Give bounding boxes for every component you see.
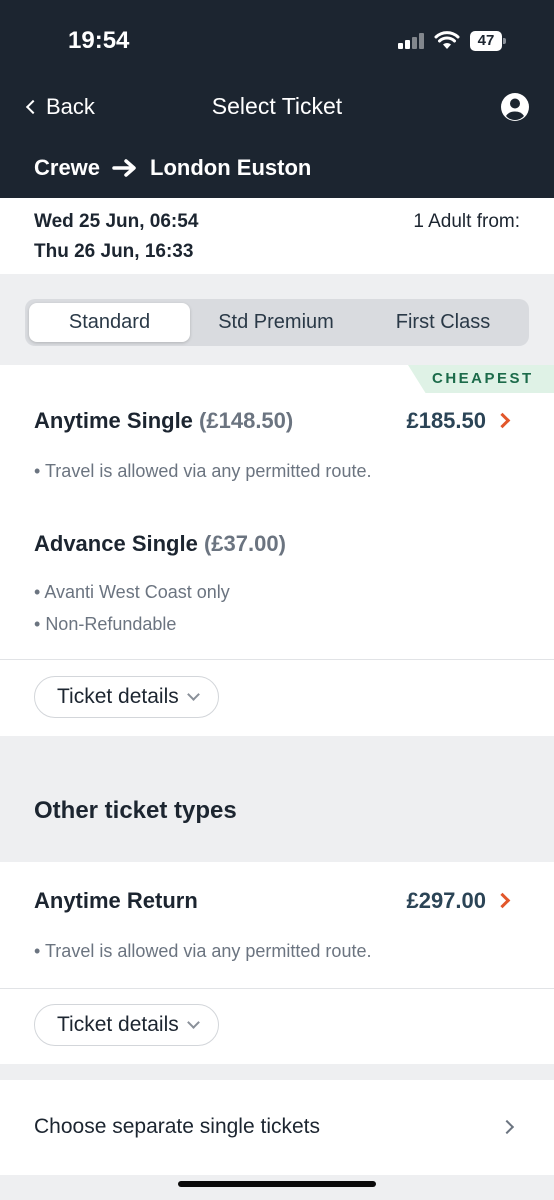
cheapest-badge: CHEAPEST — [408, 365, 554, 393]
separate-singles-row[interactable]: Choose separate single tickets — [0, 1080, 554, 1175]
battery-level: 47 — [470, 31, 502, 51]
wifi-icon — [434, 31, 460, 49]
other-ticket-card: Anytime Return £297.00 • Travel is allow… — [0, 862, 554, 1064]
ticket-condition: • Travel is allowed via any permitted ro… — [34, 941, 372, 961]
arrow-right-icon — [112, 159, 136, 177]
ticket-sub-price: (£37.00) — [203, 531, 286, 556]
ticket-title-anytime-single[interactable]: Anytime Single (£148.50) — [34, 408, 293, 434]
chevron-right-icon — [499, 1119, 515, 1135]
journey-dates: Wed 25 Jun, 06:54 Thu 26 Jun, 16:33 1 Ad… — [0, 198, 554, 274]
app-header: 19:54 47 Back Select Ticket Crewe London… — [0, 0, 554, 198]
separate-singles-label: Choose separate single tickets — [34, 1115, 320, 1138]
ticket-condition: • Travel is allowed via any permitted ro… — [34, 461, 372, 481]
ticket-price[interactable]: £297.00 — [406, 888, 486, 914]
ticket-price[interactable]: £185.50 — [406, 408, 486, 434]
chevron-down-icon — [186, 688, 200, 701]
ticket-card: CHEAPEST Anytime Single (£148.50) £185.5… — [0, 365, 554, 736]
ticket-details-button[interactable]: Ticket details — [34, 676, 219, 718]
ticket-name: Advance Single — [34, 531, 198, 556]
passenger-summary: 1 Adult from: — [413, 211, 520, 232]
tab-standard[interactable]: Standard — [29, 303, 190, 342]
return-date: Thu 26 Jun, 16:33 — [34, 241, 194, 262]
chevron-down-icon — [186, 1016, 200, 1029]
ticket-condition: • Non-Refundable — [34, 614, 177, 634]
ticket-details-button[interactable]: Ticket details — [34, 1004, 219, 1046]
divider — [0, 659, 554, 660]
class-selector: Standard Std Premium First Class — [25, 299, 529, 346]
home-indicator — [178, 1181, 376, 1187]
ticket-sub-price: (£148.50) — [199, 408, 294, 433]
origin-station: Crewe — [34, 155, 101, 180]
tab-std-premium[interactable]: Std Premium — [193, 303, 359, 342]
ticket-condition: • Avanti West Coast only — [34, 582, 230, 602]
ticket-title-anytime-return[interactable]: Anytime Return — [34, 888, 198, 914]
status-time: 19:54 — [68, 27, 130, 54]
cellular-signal-icon — [398, 33, 426, 49]
outbound-date: Wed 25 Jun, 06:54 — [34, 211, 199, 232]
page-title: Select Ticket — [211, 93, 343, 119]
section-title: Other ticket types — [34, 797, 237, 824]
chevron-right-icon[interactable] — [494, 892, 511, 909]
destination-station: London Euston — [150, 155, 312, 180]
divider — [0, 988, 554, 989]
ticket-details-label: Ticket details — [57, 1013, 179, 1036]
chevron-right-icon[interactable] — [494, 412, 511, 429]
battery-icon: 47 — [470, 31, 506, 51]
account-icon[interactable] — [500, 92, 530, 122]
ticket-title-advance-single: Advance Single (£37.00) — [34, 531, 286, 557]
ticket-name: Anytime Single — [34, 408, 193, 433]
route-summary: Crewe London Euston — [34, 155, 311, 181]
tab-first-class[interactable]: First Class — [361, 303, 525, 342]
ticket-details-label: Ticket details — [57, 685, 179, 708]
